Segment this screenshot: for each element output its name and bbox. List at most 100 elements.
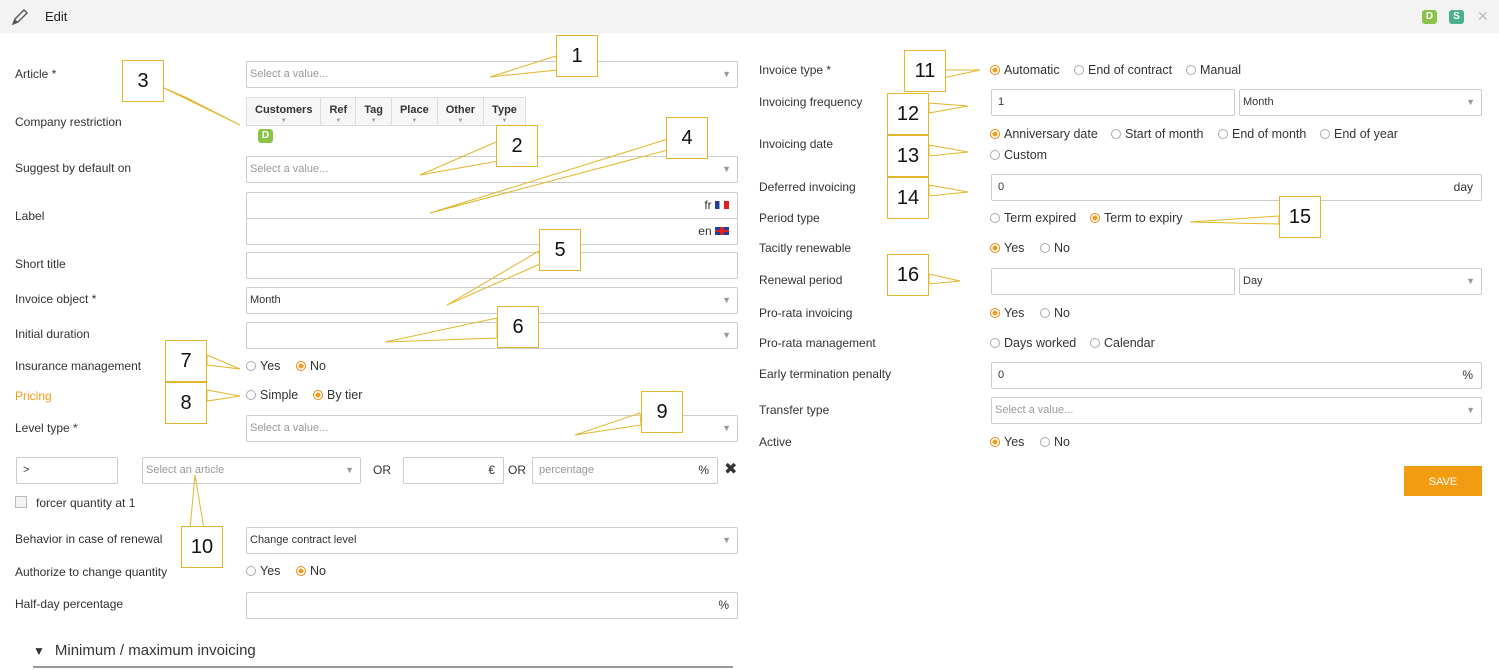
- freq-label: Invoicing frequency: [759, 95, 863, 109]
- company-badge-d[interactable]: D: [258, 129, 273, 143]
- transfer-select[interactable]: Select a value... ▼: [991, 397, 1482, 424]
- invdate-endyear-radio[interactable]: End of year: [1320, 127, 1398, 141]
- chevron-down-icon: ▼: [722, 295, 731, 305]
- active-no-radio[interactable]: No: [1040, 435, 1070, 449]
- transfer-placeholder: Select a value...: [995, 404, 1074, 416]
- period-expired-radio[interactable]: Term expired: [990, 211, 1076, 225]
- tab-ref[interactable]: Ref ▼: [321, 98, 357, 125]
- tacit-no-radio[interactable]: No: [1040, 241, 1070, 255]
- invdate-start-radio[interactable]: Start of month: [1111, 127, 1204, 141]
- invoice-type-end-radio[interactable]: End of contract: [1074, 63, 1172, 77]
- pricing-tier-radio[interactable]: By tier: [313, 388, 362, 402]
- tier-operator-input[interactable]: >: [16, 457, 118, 484]
- tab-label: Customers: [255, 104, 313, 116]
- freq-unit-select[interactable]: Month ▼: [1239, 89, 1482, 116]
- chevron-down-icon: ▼: [722, 330, 731, 340]
- insurance-yes-radio[interactable]: Yes: [246, 359, 280, 373]
- tab-tag[interactable]: Tag ▼: [356, 98, 392, 125]
- tab-label: Type: [492, 104, 517, 116]
- tab-other[interactable]: Other ▼: [438, 98, 485, 125]
- chevron-down-icon: ▼: [457, 118, 464, 124]
- tier-percentage-input[interactable]: percentage%: [532, 457, 718, 484]
- early-input[interactable]: 0%: [991, 362, 1482, 389]
- renewal-behavior-select[interactable]: Change contract level ▼: [246, 527, 738, 554]
- radio-label: By tier: [327, 388, 363, 402]
- renewal-period-input[interactable]: [991, 268, 1235, 295]
- radio-circle: [990, 243, 1000, 253]
- tab-customers[interactable]: Customers ▼: [247, 98, 322, 125]
- tab-label: Place: [399, 104, 429, 116]
- radio-label: Custom: [1004, 148, 1048, 162]
- chevron-down-icon: ▼: [335, 118, 342, 124]
- pricing-simple-radio[interactable]: Simple: [246, 388, 298, 402]
- short-title-input[interactable]: [246, 252, 738, 279]
- radio-circle: [1074, 65, 1084, 75]
- radio-circle: [313, 390, 323, 400]
- close-icon[interactable]: ✕: [1477, 8, 1489, 25]
- force-qty-label: forcer quantity at 1: [36, 496, 136, 510]
- tier-amount-input[interactable]: €: [403, 457, 504, 484]
- invoice-object-select[interactable]: Month ▼: [246, 287, 738, 314]
- prorata-days-radio[interactable]: Days worked: [990, 336, 1076, 350]
- radio-label: Yes: [1004, 306, 1025, 320]
- callout-5: 5: [539, 229, 581, 271]
- chevron-down-icon: ▼: [722, 164, 731, 174]
- level-type-placeholder: Select a value...: [250, 422, 329, 434]
- period-label: Period type: [759, 211, 820, 225]
- invdate-endmonth-radio[interactable]: End of month: [1218, 127, 1306, 141]
- callout-11: 11: [904, 50, 946, 92]
- tier-article-placeholder: Select an article: [146, 464, 225, 476]
- deferred-unit: day: [1453, 180, 1473, 194]
- tacit-yes-radio[interactable]: Yes: [990, 241, 1024, 255]
- prorata-yes-radio[interactable]: Yes: [990, 306, 1024, 320]
- section-header-minmax[interactable]: ▼ Minimum / maximum invoicing: [33, 642, 733, 668]
- tab-type[interactable]: Type ▼: [484, 98, 525, 125]
- suggest-select[interactable]: Select a value... ▼: [246, 156, 738, 183]
- active-yes-radio[interactable]: Yes: [990, 435, 1024, 449]
- invoice-type-manual-radio[interactable]: Manual: [1186, 63, 1241, 77]
- tier-article-select[interactable]: Select an article ▼: [142, 457, 361, 484]
- delete-icon[interactable]: ✖: [724, 459, 737, 479]
- period-toexpiry-radio[interactable]: Term to expiry: [1090, 211, 1183, 225]
- badge-d[interactable]: D: [1422, 10, 1437, 24]
- label-label: Label: [15, 209, 45, 223]
- renewal-period-unit-select[interactable]: Day ▼: [1239, 268, 1482, 295]
- initial-duration-select[interactable]: ▼: [246, 322, 738, 349]
- callout-14: 14: [887, 177, 929, 219]
- radio-label: No: [310, 564, 326, 578]
- halfday-input[interactable]: %: [246, 592, 738, 619]
- freq-input[interactable]: 1: [991, 89, 1235, 116]
- authorize-label: Authorize to change quantity: [15, 565, 168, 579]
- radio-label: Yes: [260, 359, 281, 373]
- badge-s[interactable]: S: [1449, 10, 1464, 24]
- radio-label: Days worked: [1004, 336, 1077, 350]
- prorata-no-radio[interactable]: No: [1040, 306, 1070, 320]
- authorize-no-radio[interactable]: No: [296, 564, 326, 578]
- radio-circle: [1040, 437, 1050, 447]
- callout-16: 16: [887, 254, 929, 296]
- radio-circle: [990, 129, 1000, 139]
- article-select[interactable]: Select a value... ▼: [246, 61, 738, 88]
- radio-circle: [1090, 338, 1100, 348]
- invdate-anniversary-radio[interactable]: Anniversary date: [990, 127, 1098, 141]
- invoice-type-automatic-radio[interactable]: Automatic: [990, 63, 1060, 77]
- chevron-down-icon: ▼: [501, 118, 508, 124]
- invdate-custom-radio[interactable]: Custom: [990, 148, 1047, 162]
- company-restriction-tabs: Customers ▼ Ref ▼ Tag ▼ Place ▼ Other ▼ Type ▼: [246, 97, 526, 126]
- save-button[interactable]: SAVE: [1404, 466, 1482, 496]
- radio-circle: [1040, 308, 1050, 318]
- insurance-no-radio[interactable]: No: [296, 359, 326, 373]
- flag-fr-icon: [715, 201, 729, 209]
- label-fr-input[interactable]: fr: [246, 192, 738, 219]
- deferred-input[interactable]: 0 day: [991, 174, 1482, 201]
- label-en-input[interactable]: en: [246, 218, 738, 245]
- radio-circle: [990, 308, 1000, 318]
- callout-10: 10: [181, 526, 223, 568]
- authorize-yes-radio[interactable]: Yes: [246, 564, 280, 578]
- chevron-down-icon: ▼: [722, 535, 731, 545]
- force-qty-checkbox[interactable]: [15, 496, 27, 508]
- chevron-down-icon: ▼: [411, 118, 418, 124]
- prorata-calendar-radio[interactable]: Calendar: [1090, 336, 1155, 350]
- tab-place[interactable]: Place ▼: [392, 98, 438, 125]
- chevron-down-icon: ▼: [370, 118, 377, 124]
